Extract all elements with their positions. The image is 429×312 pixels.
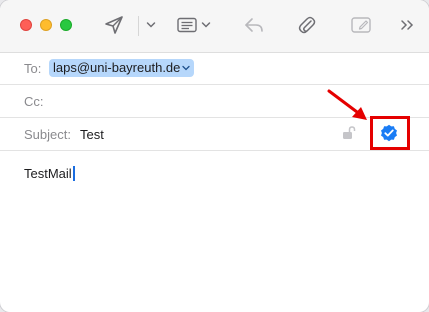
highlight-box — [370, 116, 410, 150]
close-window-button[interactable] — [20, 19, 32, 31]
chevron-down-icon — [182, 65, 191, 71]
chevron-down-icon — [146, 22, 156, 28]
unlocked-padlock-icon — [343, 126, 356, 139]
toolbar — [0, 0, 429, 53]
recipient-address: laps@uni-bayreuth.de — [53, 60, 181, 75]
subject-label: Subject: — [24, 127, 71, 142]
annotation-arrow-icon — [327, 89, 367, 120]
minimize-window-button[interactable] — [40, 19, 52, 31]
encrypt-toggle[interactable] — [342, 126, 356, 145]
header-fields-options-button[interactable] — [200, 14, 212, 36]
text-cursor — [72, 166, 75, 181]
send-icon — [105, 16, 123, 34]
attach-button[interactable] — [297, 14, 317, 36]
markup-button[interactable] — [350, 14, 372, 36]
to-field-row: To: laps@uni-bayreuth.de — [0, 52, 429, 85]
send-button[interactable] — [103, 14, 125, 36]
zoom-window-button[interactable] — [60, 19, 72, 31]
markup-icon — [351, 17, 371, 33]
header-fields-icon — [177, 17, 197, 33]
header-fields-button[interactable] — [176, 14, 198, 36]
attachment-icon — [298, 16, 316, 34]
chevron-down-icon — [201, 22, 211, 28]
subject-input[interactable]: Test — [80, 127, 104, 142]
recipient-token[interactable]: laps@uni-bayreuth.de — [49, 59, 195, 77]
toolbar-divider — [138, 16, 139, 36]
message-body-text: TestMail — [24, 166, 72, 181]
mail-compose-window: To: laps@uni-bayreuth.de Cc: Subject: Te… — [0, 0, 429, 312]
more-toolbar-button[interactable] — [400, 14, 414, 36]
reply-icon — [245, 18, 263, 32]
cc-label: Cc: — [24, 94, 44, 109]
to-label: To: — [24, 61, 42, 76]
message-body[interactable]: TestMail — [24, 166, 75, 181]
reply-button[interactable] — [243, 14, 265, 36]
send-options-button[interactable] — [145, 14, 157, 36]
more-chevron-icon — [401, 20, 414, 30]
